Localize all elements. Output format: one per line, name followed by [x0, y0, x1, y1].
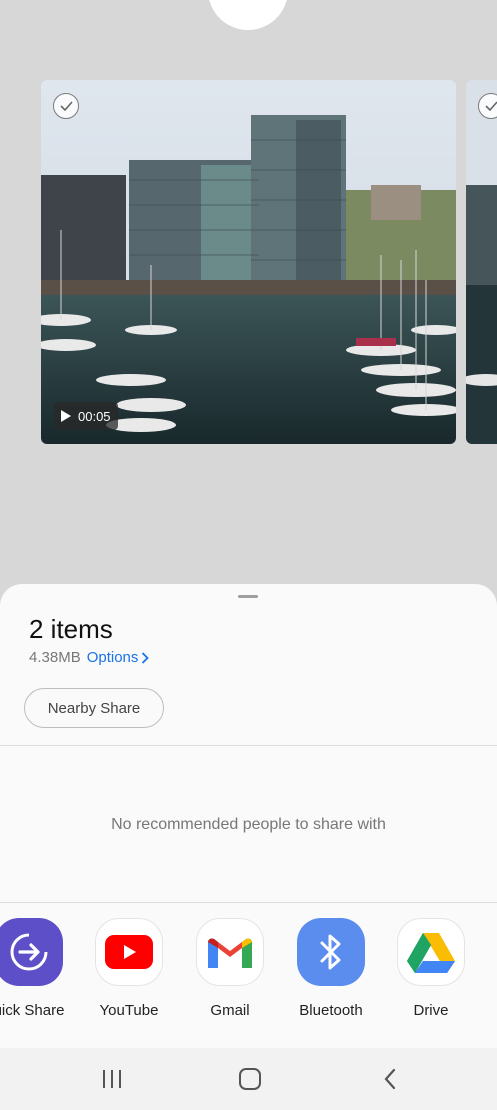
back-button[interactable] — [370, 1062, 410, 1096]
divider — [0, 745, 497, 746]
chevron-right-icon — [142, 651, 150, 664]
quick-share-icon — [0, 918, 63, 986]
select-checkbox[interactable] — [53, 93, 79, 119]
gmail-icon — [196, 918, 264, 986]
share-app-bluetooth[interactable]: Bluetooth — [281, 918, 381, 1019]
drag-handle[interactable] — [238, 595, 258, 598]
select-checkbox-next[interactable] — [478, 93, 497, 119]
video-duration-badge: 00:05 — [54, 402, 118, 430]
recents-button[interactable] — [92, 1062, 132, 1096]
next-media-thumbnail[interactable] — [466, 80, 497, 444]
app-label: Bluetooth — [299, 1002, 363, 1019]
app-label: Gmail — [210, 1002, 250, 1019]
video-thumbnail[interactable]: 00:05 — [41, 80, 456, 444]
video-duration: 00:05 — [78, 408, 111, 424]
next-photo — [466, 80, 497, 444]
checkmark-icon — [59, 101, 73, 111]
home-icon — [239, 1068, 261, 1090]
options-label: Options — [86, 649, 139, 666]
share-app-drive[interactable]: Drive — [381, 918, 481, 1019]
play-icon — [61, 410, 71, 422]
app-label: Drive — [413, 1002, 449, 1019]
share-meta: 4.38MB Options — [29, 649, 150, 666]
marina-photo — [41, 80, 456, 444]
share-app-quick-share[interactable]: uick Share — [0, 918, 79, 1019]
app-label: YouTube — [99, 1002, 159, 1019]
share-title: 2 items — [29, 614, 113, 644]
drive-icon — [397, 918, 465, 986]
bluetooth-icon — [297, 918, 365, 986]
app-label: uick Share — [0, 1002, 65, 1019]
back-icon — [384, 1068, 396, 1090]
home-button[interactable] — [230, 1062, 270, 1096]
media-preview: 00:05 — [0, 0, 497, 585]
share-app-gmail[interactable]: Gmail — [180, 918, 280, 1019]
share-app-youtube[interactable]: YouTube — [79, 918, 179, 1019]
divider — [0, 902, 497, 903]
share-app-row: uick Share YouTube Gmail Bluetooth Drive — [0, 918, 497, 1028]
nearby-share-button[interactable]: Nearby Share — [24, 688, 164, 728]
checkmark-icon — [484, 101, 497, 111]
options-link[interactable]: Options — [87, 649, 150, 666]
youtube-icon — [95, 918, 163, 986]
recents-icon — [103, 1070, 121, 1088]
no-recommendations-text: No recommended people to share with — [111, 816, 386, 833]
total-size: 4.38MB — [29, 649, 81, 666]
navigation-bar — [0, 1048, 497, 1110]
share-sheet: 2 items 4.38MB Options Nearby Share No r… — [0, 584, 497, 1110]
